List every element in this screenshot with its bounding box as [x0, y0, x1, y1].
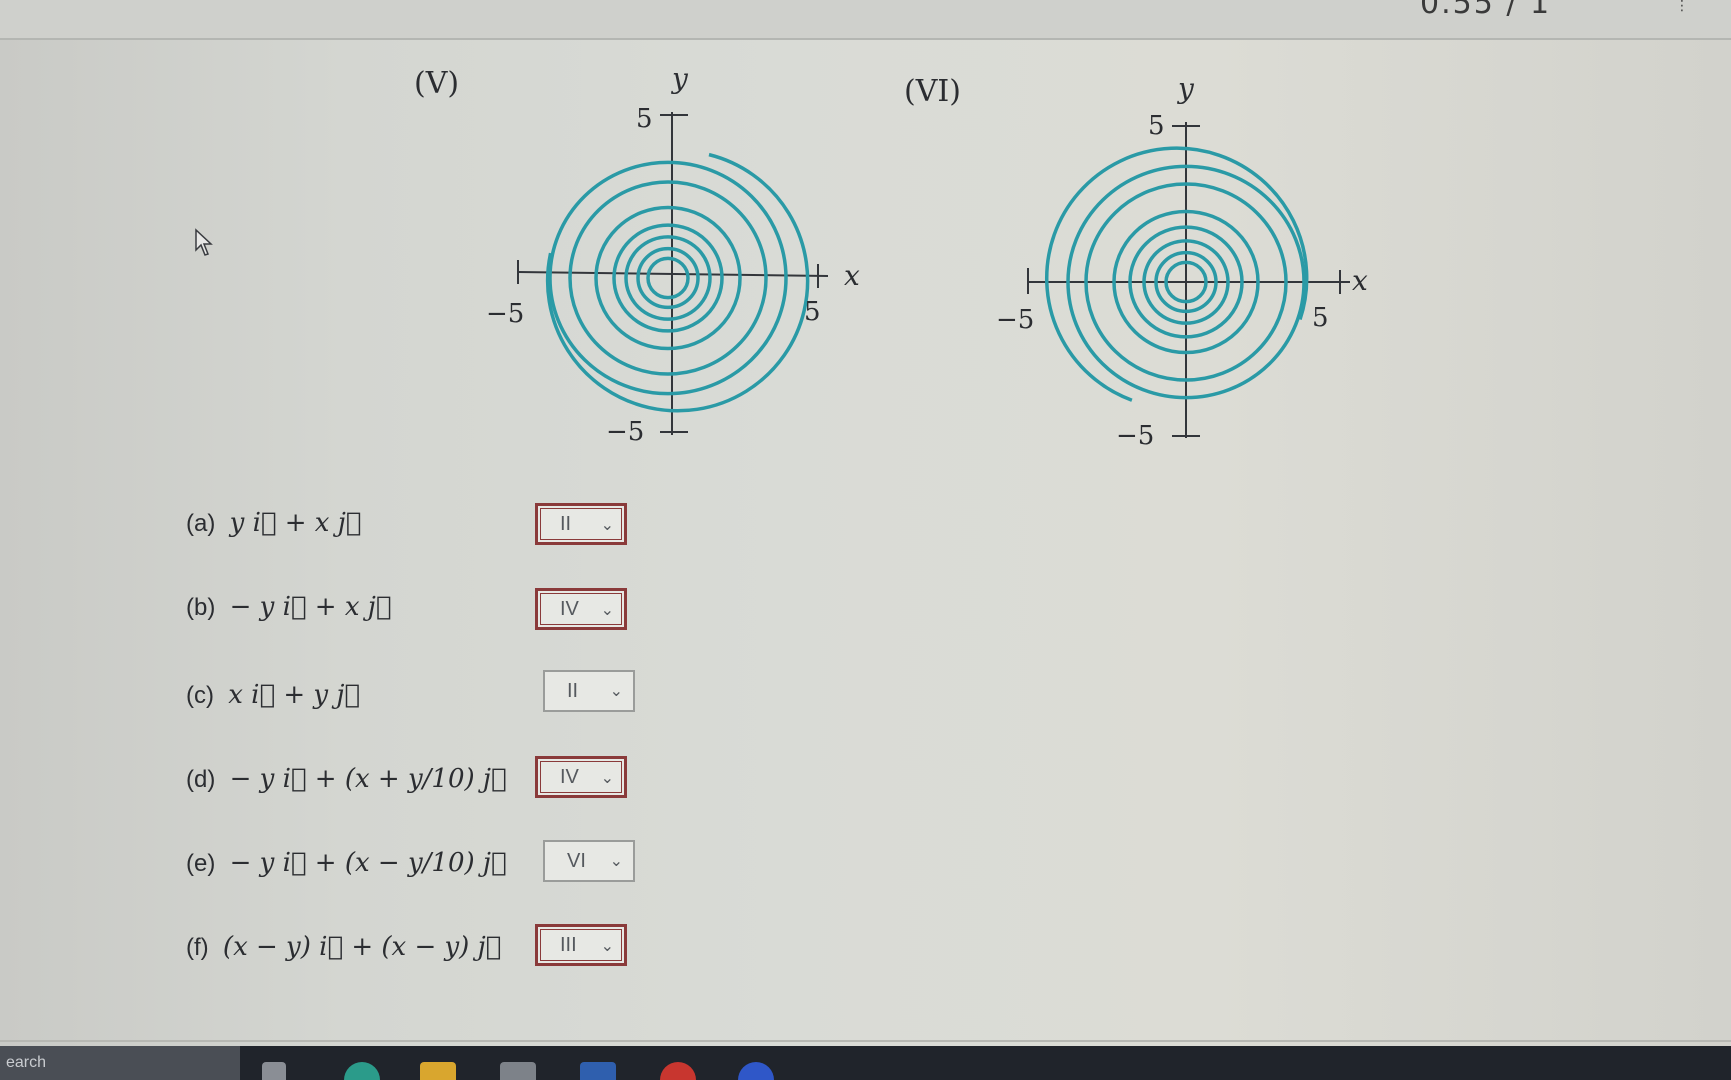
- chevron-down-icon: ⌄: [600, 770, 614, 787]
- question-expression: − y i⃗ + x j⃗: [229, 592, 392, 622]
- chevron-down-icon: ⌄: [600, 517, 614, 534]
- plot-v: [517, 112, 829, 435]
- answer-select-value: IV: [560, 597, 579, 620]
- chevron-down-icon: ⌄: [600, 602, 614, 619]
- question-f: (f) (x − y) i⃗ + (x − y) j⃗: [186, 932, 501, 962]
- taskbar: [0, 1046, 1731, 1080]
- question-letter: (d): [186, 766, 216, 793]
- chevron-down-icon: ⌄: [609, 683, 623, 700]
- plot-v-spiral: [545, 152, 810, 413]
- chevron-down-icon: ⌄: [609, 853, 623, 870]
- answer-select-e[interactable]: VI ⌄: [543, 840, 635, 882]
- question-letter: (f): [186, 934, 209, 961]
- taskbar-search-text: earch: [6, 1054, 47, 1071]
- answer-select-c[interactable]: II ⌄: [543, 670, 635, 712]
- plot-vi-x-label: x: [1352, 264, 1368, 297]
- plot-vi-spiral: [1044, 146, 1309, 402]
- question-expression: − y i⃗ + (x − y/10) j⃗: [229, 848, 507, 878]
- plots-canvas: y x 5 −5 −5 5 y x 5 −5 −5 5: [486, 62, 1368, 451]
- mouse-cursor-icon: [195, 228, 213, 256]
- answer-select-a[interactable]: II ⌄: [535, 503, 627, 545]
- plot-vi-x-tick-pos-label: 5: [1312, 303, 1329, 333]
- question-expression: y i⃗ + x j⃗: [229, 508, 362, 538]
- question-expression: − y i⃗ + (x + y/10) j⃗: [229, 764, 507, 794]
- question-c: (c) x i⃗ + y j⃗: [186, 680, 360, 710]
- plot-v-y-tick-neg-label: −5: [606, 417, 644, 447]
- spiral-ring: [568, 180, 768, 376]
- footer-divider: [0, 1040, 1731, 1042]
- question-b: (b) − y i⃗ + x j⃗: [186, 592, 391, 622]
- answer-select-value: II: [560, 512, 572, 535]
- question-letter: (e): [186, 850, 216, 877]
- plot-vi: [1027, 122, 1350, 438]
- plot-v-x-tick-neg-label: −5: [486, 299, 524, 329]
- plot-vi-y-label: y: [1176, 72, 1195, 105]
- plot-v-y-tick-pos-label: 5: [636, 104, 653, 134]
- plot-v-y-label: y: [670, 62, 689, 95]
- answer-select-d[interactable]: IV ⌄: [535, 756, 627, 798]
- plot-vi-y-tick-pos-label: 5: [1148, 111, 1165, 141]
- file-explorer-icon[interactable]: [420, 1062, 456, 1080]
- question-d: (d) − y i⃗ + (x + y/10) j⃗: [186, 764, 507, 794]
- spiral-ring: [646, 256, 690, 300]
- question-e: (e) − y i⃗ + (x − y/10) j⃗: [186, 848, 507, 878]
- answer-select-value: II: [567, 679, 579, 702]
- plot-vi-y-tick-neg-label: −5: [1116, 421, 1154, 451]
- plot-vi-x-tick-neg-label: −5: [996, 305, 1034, 335]
- spiral-ring: [612, 223, 724, 333]
- answer-select-value: III: [560, 933, 577, 956]
- question-letter: (b): [186, 594, 216, 621]
- chevron-down-icon: ⌄: [600, 938, 614, 955]
- plot-v-x-label: x: [844, 259, 860, 292]
- question-a: (a) y i⃗ + x j⃗: [186, 508, 361, 538]
- store-icon[interactable]: [500, 1062, 536, 1080]
- spiral-ring: [594, 205, 742, 351]
- answer-select-value: VI: [567, 849, 586, 872]
- question-expression: (x − y) i⃗ + (x − y) j⃗: [222, 932, 502, 962]
- answer-select-value: IV: [560, 765, 579, 788]
- question-letter: (c): [186, 682, 214, 709]
- spiral-ring: [548, 160, 788, 396]
- answer-select-b[interactable]: IV ⌄: [535, 588, 627, 630]
- question-expression: x i⃗ + y j⃗: [228, 680, 361, 710]
- task-view-icon[interactable]: [262, 1062, 286, 1080]
- question-letter: (a): [186, 510, 216, 537]
- plot-v-x-tick-pos-label: 5: [804, 297, 821, 327]
- mail-icon[interactable]: [580, 1062, 616, 1080]
- answer-select-f[interactable]: III ⌄: [535, 924, 627, 966]
